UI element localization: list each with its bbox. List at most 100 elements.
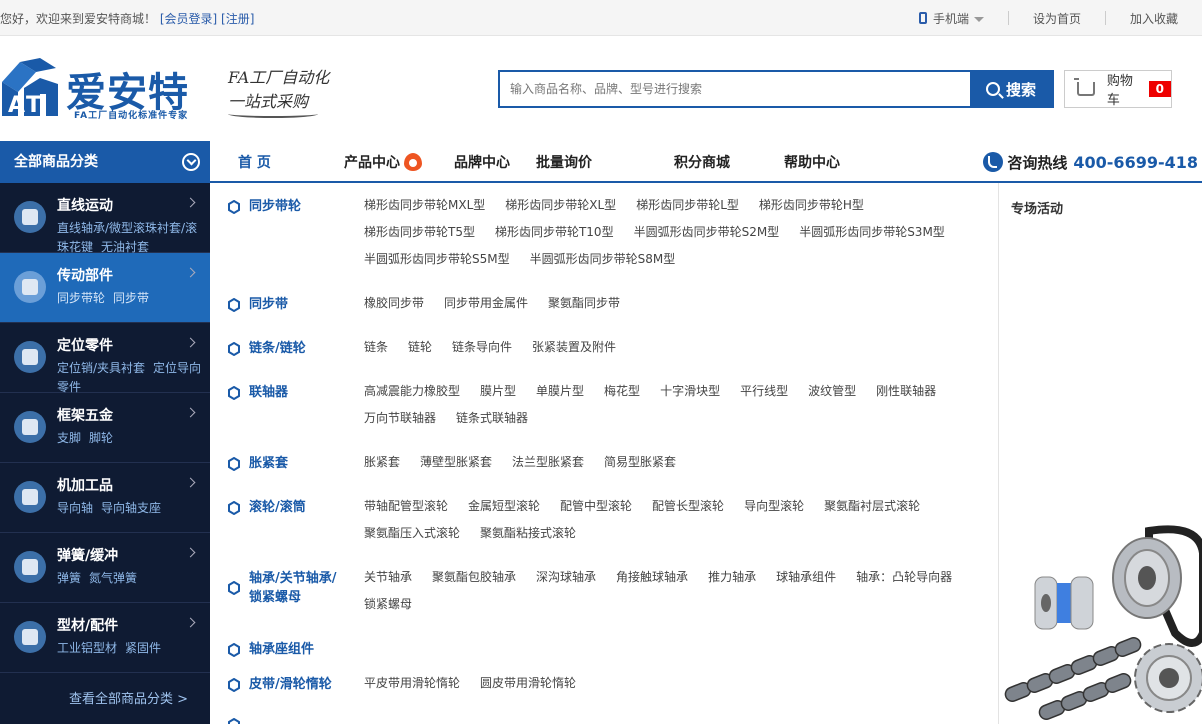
menu-item-link[interactable]: 梯形齿同步带轮H型 (759, 192, 864, 219)
menu-item-link[interactable]: 波纹管型 (808, 378, 856, 405)
sidebar-item-springs[interactable]: 弹簧/缓冲 弹簧 氮气弹簧 (0, 533, 210, 603)
menu-row-title[interactable]: 联轴器 (249, 383, 349, 402)
menu-item-link[interactable]: 球轴承组件 (776, 564, 836, 591)
menu-item-link[interactable]: 聚氨酯包胶轴承 (432, 564, 516, 591)
menu-row-title[interactable]: 轴承/关节轴承/锁紧螺母 (249, 569, 349, 607)
menu-item-link[interactable]: 链条式联轴器 (456, 405, 528, 432)
category-sub-link[interactable]: 氮气弹簧 (89, 571, 137, 585)
nav-bulk-inquiry[interactable]: 批量询价 (536, 152, 674, 172)
welcome-text: 您好，欢迎来到爱安特商城！ (0, 12, 157, 26)
menu-item-link[interactable]: 刚性联轴器 (876, 378, 936, 405)
register-link[interactable]: [注册] (221, 12, 254, 26)
menu-item-link[interactable]: 聚氨酯粘接式滚轮 (480, 520, 576, 547)
nav-help[interactable]: 帮助中心 (784, 152, 864, 172)
menu-item-link[interactable]: 推力轴承 (708, 564, 756, 591)
menu-item-link[interactable]: 带轴配管型滚轮 (364, 493, 448, 520)
search-button[interactable]: 搜索 (970, 72, 1052, 106)
sidebar-item-machined-parts[interactable]: 机加工品 导向轴 导向轴支座 (0, 463, 210, 533)
promotion-title[interactable]: 专场活动 (1011, 198, 1063, 217)
category-sub-link[interactable]: 同步带 (113, 291, 149, 305)
all-categories-toggle[interactable]: 全部商品分类 (0, 141, 210, 183)
menu-item-link[interactable]: 锁紧螺母 (364, 591, 412, 618)
menu-item-link[interactable]: 薄壁型胀紧套 (420, 449, 492, 476)
category-sub-link[interactable]: 弹簧 (57, 571, 81, 585)
sidebar-item-frame-hardware[interactable]: 框架五金 支脚 脚轮 (0, 393, 210, 463)
menu-row-title[interactable]: 皮带/滑轮惰轮 (249, 675, 349, 694)
search-button-label: 搜索 (1005, 80, 1036, 99)
sidebar-item-linear-motion[interactable]: 直线运动 直线轴承/微型滚珠衬套/滚珠花键 无油衬套 (0, 183, 210, 254)
menu-item-link[interactable]: 十字滑块型 (660, 378, 720, 405)
menu-item-link[interactable]: 金属短型滚轮 (468, 493, 540, 520)
sidebar-item-profiles[interactable]: 型材/配件 工业铝型材 紧固件 (0, 603, 210, 673)
menu-item-link[interactable]: 橡胶同步带 (364, 290, 424, 317)
menu-item-link[interactable]: 关节轴承 (364, 564, 412, 591)
menu-item-link[interactable]: 单膜片型 (536, 378, 584, 405)
menu-item-link[interactable]: 轴承：凸轮导向器 (856, 564, 952, 591)
category-sub-link[interactable]: 工业铝型材 (57, 641, 117, 655)
menu-row-title[interactable]: 同步带 (249, 295, 349, 314)
menu-item-link[interactable]: 角接触球轴承 (616, 564, 688, 591)
category-sub-link[interactable]: 紧固件 (125, 641, 161, 655)
nav-products[interactable]: 产品中心 (344, 152, 454, 172)
menu-item-link[interactable]: 聚氨酯同步带 (548, 290, 620, 317)
menu-item-link[interactable]: 半圆弧形齿同步带轮S8M型 (530, 246, 676, 273)
category-sub-link[interactable]: 定位销/夹具衬套 (57, 361, 145, 375)
nav-points-mall[interactable]: 积分商城 (674, 152, 784, 172)
menu-item-link[interactable]: 圆皮带用滑轮惰轮 (480, 670, 576, 697)
menu-row-title[interactable]: 同步带轮 (249, 197, 349, 216)
add-favorite-link[interactable]: 加入收藏 (1104, 11, 1202, 26)
menu-item-link[interactable]: 梯形齿同步带轮L型 (636, 192, 739, 219)
menu-item-link[interactable]: 链轮 (408, 334, 432, 361)
menu-item-link[interactable]: 平行线型 (740, 378, 788, 405)
menu-item-link[interactable]: 胀紧套 (364, 449, 400, 476)
menu-row-title[interactable]: 轴承座组件 (249, 640, 349, 659)
category-sub-link[interactable]: 支脚 (57, 431, 81, 445)
category-sub-link[interactable]: 导向轴 (57, 501, 93, 515)
category-sub-link[interactable]: 脚轮 (89, 431, 113, 445)
site-logo[interactable]: A T 爱安特 FA工厂自动化标准件专家 (0, 56, 215, 122)
menu-item-link[interactable]: 配管长型滚轮 (652, 493, 724, 520)
menu-item-link[interactable]: 同步带用金属件 (444, 290, 528, 317)
cart-button[interactable]: 购物车 0 (1064, 70, 1172, 108)
menu-item-link[interactable]: 链条 (364, 334, 388, 361)
menu-item-link[interactable]: 梯形齿同步带轮T5型 (364, 219, 475, 246)
category-sub-link[interactable]: 导向轴支座 (101, 501, 161, 515)
menu-item-link[interactable]: 半圆弧形齿同步带轮S2M型 (634, 219, 780, 246)
menu-item-link[interactable]: 平皮带用滑轮惰轮 (364, 670, 460, 697)
menu-item-link[interactable]: 膜片型 (480, 378, 516, 405)
menu-item-link[interactable]: 导向型滚轮 (744, 493, 804, 520)
menu-item-link[interactable]: 万向节联轴器 (364, 405, 436, 432)
menu-item-link[interactable]: 配管中型滚轮 (560, 493, 632, 520)
menu-item-link[interactable]: 半圆弧形齿同步带轮S5M型 (364, 246, 510, 273)
menu-row-title[interactable]: 胀紧套 (249, 454, 349, 473)
menu-item-link[interactable]: 张紧装置及附件 (532, 334, 616, 361)
menu-row-title[interactable]: 链条/链轮 (249, 339, 349, 358)
menu-row-title[interactable]: 滚轮/滚筒 (249, 498, 349, 517)
sidebar-item-transmission[interactable]: 传动部件 同步带轮 同步带 (0, 253, 210, 323)
menu-item-link[interactable]: 梅花型 (604, 378, 640, 405)
transmission-parts-image[interactable] (999, 513, 1202, 724)
view-all-categories-link[interactable]: 查看全部商品分类 > (69, 688, 188, 707)
nav-home[interactable]: 首 页 (238, 152, 300, 172)
menu-item-link[interactable]: 梯形齿同步带轮XL型 (505, 192, 616, 219)
sidebar-item-positioning[interactable]: 定位零件 定位销/夹具衬套 定位导向零件 (0, 323, 210, 394)
menu-item-link[interactable]: 聚氨酯压入式滚轮 (364, 520, 460, 547)
set-home-link[interactable]: 设为首页 (1007, 11, 1105, 26)
nav-brands[interactable]: 品牌中心 (454, 152, 536, 172)
menu-item-link[interactable]: 梯形齿同步带轮T10型 (495, 219, 614, 246)
menu-item-link[interactable]: 法兰型胀紧套 (512, 449, 584, 476)
menu-item-link[interactable]: 半圆弧形齿同步带轮S3M型 (799, 219, 945, 246)
category-sub-link[interactable]: 无油衬套 (101, 240, 149, 254)
menu-item-link[interactable]: 聚氨酯衬层式滚轮 (824, 493, 920, 520)
menu-item-link[interactable]: 高减震能力橡胶型 (364, 378, 460, 405)
login-link[interactable]: [会员登录] (160, 12, 217, 26)
menu-item-link[interactable]: 深沟球轴承 (536, 564, 596, 591)
mobile-site-link[interactable]: 手机端 (895, 11, 1008, 26)
search-input[interactable] (500, 72, 970, 106)
menu-item-link[interactable]: 链条导向件 (452, 334, 512, 361)
hexagon-bullet-icon (228, 386, 240, 400)
menu-item-link[interactable]: 梯形齿同步带轮MXL型 (364, 192, 485, 219)
hexagon-bullet-icon (228, 678, 240, 692)
menu-item-link[interactable]: 简易型胀紧套 (604, 449, 676, 476)
category-sub-link[interactable]: 同步带轮 (57, 291, 105, 305)
